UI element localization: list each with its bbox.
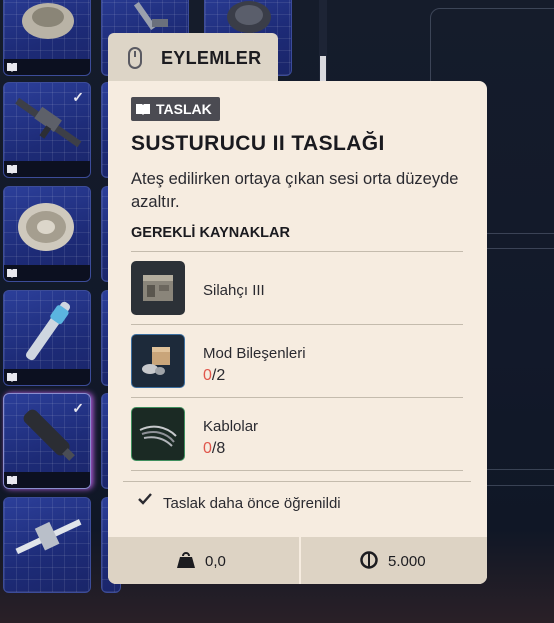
owned-check-icon: ✓ — [72, 400, 84, 416]
requirements-list: Silahçı III Mod Bileşenleri 0/2 Kablolar… — [131, 251, 463, 471]
blueprint-book-icon — [7, 165, 17, 174]
blueprint-book-icon — [7, 373, 17, 382]
weight-value: 0,0 — [205, 553, 226, 570]
mod-components-icon — [131, 334, 185, 388]
price-value: 5.000 — [388, 553, 426, 570]
actions-label: EYLEMLER — [161, 48, 262, 68]
weight-icon — [177, 552, 195, 568]
owned-count: 0 — [203, 367, 212, 384]
blueprint-book-icon — [7, 269, 17, 278]
learned-status: Taslak daha önce öğrenildi — [123, 481, 471, 522]
blueprint-badge: TASLAK — [131, 97, 220, 121]
inventory-scrollbar[interactable] — [319, 0, 327, 90]
item-thumbnail — [15, 519, 82, 555]
inventory-slot[interactable] — [3, 497, 91, 593]
item-thumbnail — [25, 301, 71, 361]
checkmark-icon — [138, 493, 152, 505]
requirement-row: Kablolar 0/8 — [131, 397, 463, 471]
blueprint-book-icon — [7, 63, 17, 72]
requirement-name: Kablolar — [203, 418, 259, 435]
requirement-count: 0/8 — [203, 440, 225, 458]
requirement-count: 0/2 — [203, 367, 225, 385]
requirements-heading: GEREKLİ KAYNAKLAR — [131, 225, 290, 241]
owned-count: 0 — [203, 440, 212, 457]
inventory-slot[interactable]: ✓ — [3, 82, 91, 178]
item-stats-footer: 0,0 5.000 — [108, 537, 487, 584]
requirement-name: Silahçı III — [203, 282, 265, 299]
inventory-slot[interactable] — [3, 0, 91, 76]
actions-tab[interactable]: EYLEMLER — [108, 33, 278, 81]
owned-check-icon: ✓ — [72, 89, 84, 105]
wires-icon — [131, 407, 185, 461]
requirement-name: Mod Bileşenleri — [203, 345, 306, 362]
coin-icon — [360, 551, 378, 569]
item-thumbnail — [18, 203, 74, 251]
blueprint-book-icon — [7, 476, 17, 485]
item-title: SUSTURUCU II TASLAĞI — [131, 132, 385, 155]
inventory-slot-selected[interactable]: ✓ — [3, 393, 91, 489]
needed-count: /2 — [211, 367, 226, 384]
requirement-row: Mod Bileşenleri 0/2 — [131, 324, 463, 397]
blueprint-book-icon — [136, 104, 150, 115]
mouse-icon — [128, 47, 142, 69]
requirement-row: Silahçı III — [131, 251, 463, 324]
item-tooltip: TASLAK SUSTURUCU II TASLAĞI Ateş edilirk… — [108, 81, 487, 584]
inventory-slot[interactable] — [3, 290, 91, 386]
learned-label: Taslak daha önce öğrenildi — [163, 495, 341, 512]
item-description: Ateş edilirken ortaya çıkan sesi orta dü… — [131, 170, 459, 211]
workbench-icon — [131, 261, 185, 315]
inventory-slot[interactable] — [3, 186, 91, 282]
item-thumbnail — [22, 3, 74, 39]
badge-label: TASLAK — [156, 101, 212, 117]
needed-count: /8 — [211, 440, 226, 457]
